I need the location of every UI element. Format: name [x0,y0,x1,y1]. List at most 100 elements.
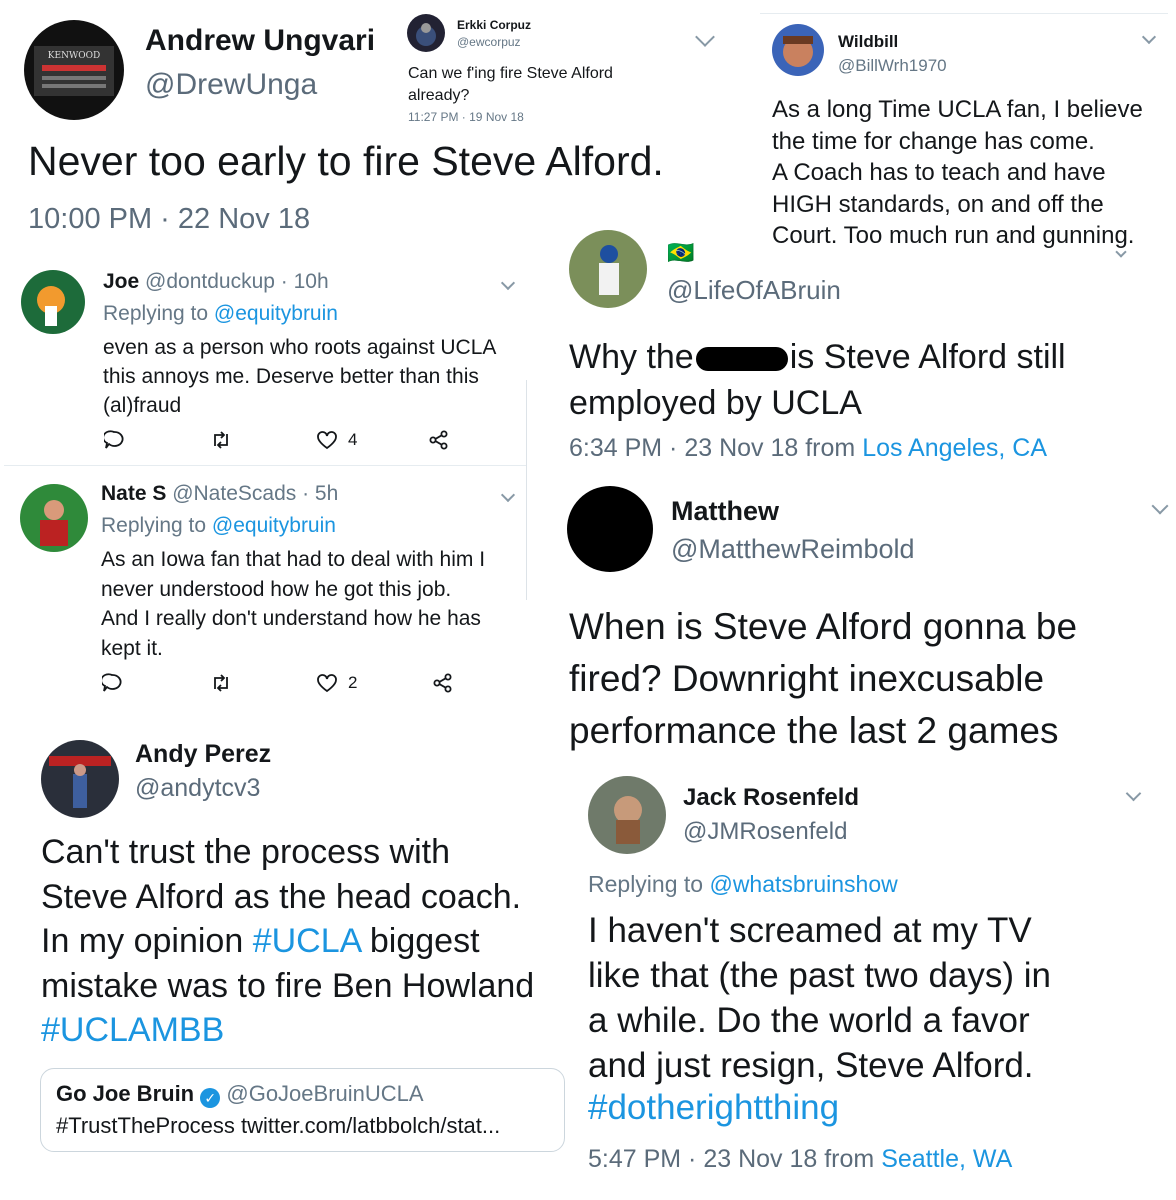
reply-icon [102,673,122,692]
location-link[interactable]: Los Angeles, CA [862,434,1047,462]
chevron-down-icon[interactable] [695,27,715,47]
profile-photo [40,500,68,546]
like-button[interactable]: 2 [316,673,357,693]
tweet-age: · 5h [302,482,339,505]
chevron-down-icon[interactable] [1125,785,1142,802]
chevron-down-icon[interactable] [500,275,516,291]
author-name[interactable]: Erkki Corpuz [457,18,531,32]
author-name[interactable]: Joe [103,270,139,293]
location-link[interactable]: Seattle, WA [881,1145,1012,1173]
tweet-meta: 6:34 PM · 23 Nov 18 from Los Angeles, CA [569,434,1047,463]
tweet-text: Can we f'ing fire Steve Alford already? [408,65,613,104]
chevron-down-icon[interactable] [1151,497,1169,515]
avatar[interactable] [20,484,88,552]
quoted-header: Go Joe Bruin ✓ @GoJoeBruinUCLA [56,1081,424,1108]
replying-to-link[interactable]: @equitybruin [214,302,338,325]
quoted-tweet[interactable]: Go Joe Bruin ✓ @GoJoeBruinUCLA #TrustThe… [40,1068,565,1152]
retweet-button[interactable] [210,430,232,450]
tweet-timestamp[interactable]: 11:27 PM · 19 Nov 18 [408,110,524,124]
redaction-mark [695,347,788,372]
tweet-line: Can't trust the process with [41,833,450,871]
avatar[interactable] [407,14,445,52]
author-name[interactable]: Andrew Ungvari [145,24,375,58]
author-handle[interactable]: @NateScads [172,482,296,505]
card-divider [526,380,527,600]
avatar[interactable] [772,24,824,76]
profile-photo [783,36,813,67]
author-handle[interactable]: @ewcorpuz [457,35,521,49]
avatar[interactable] [41,740,119,818]
tweet-text-start: Why the [569,338,694,376]
tweet-text: As a long Time UCLA fan, I believe the t… [772,96,1143,249]
chevron-down-icon[interactable] [1141,29,1157,45]
like-count: 2 [348,673,358,692]
author-handle[interactable]: @MatthewReimbold [671,534,915,565]
hashtag-link[interactable]: #UCLAMBB [41,1008,534,1053]
avatar[interactable] [21,270,85,334]
flag-emoji: 🇧🇷 [667,240,695,265]
author-handle[interactable]: @andytcv3 [135,774,260,803]
tweet-text: even as a person who roots against UCLA … [103,336,497,417]
retweet-icon [214,674,228,692]
heart-icon [317,431,337,450]
replying-to-link[interactable]: @whatsbruinshow [709,871,897,897]
tweet-text: When is Steve Alford gonna be fired? Dow… [569,606,1078,751]
replying-prefix: Replying to [588,871,704,897]
chevron-down-icon[interactable] [500,487,516,503]
hashtag-link[interactable]: #dotherightthing [588,1088,839,1128]
profile-photo [37,286,65,326]
hashtag-link[interactable]: #UCLA [253,922,361,960]
reply-button[interactable] [104,430,124,450]
share-icon [429,430,448,450]
tweet-timestamp[interactable]: 5:47 PM · 23 Nov 18 from [588,1145,874,1173]
like-button[interactable]: 4 [316,430,357,450]
avatar[interactable] [567,486,653,572]
avatar[interactable] [588,776,666,854]
tweet-line: Steve Alford as the head coach. [41,877,522,916]
like-count: 4 [348,430,358,449]
profile-photo [599,245,619,295]
author-handle[interactable]: @LifeOfABruin [667,275,841,306]
replying-prefix: Replying to [101,514,207,537]
replying-to-link[interactable]: @equitybruin [212,514,336,537]
reply-header: Joe @dontduckup · 10h [103,270,329,294]
share-button[interactable] [433,673,453,693]
profile-photo [416,23,436,46]
author-handle[interactable]: @JMRosenfeld [683,818,847,846]
tweet-meta: 5:47 PM · 23 Nov 18 from Seattle, WA [588,1145,1012,1174]
card-divider [4,465,526,466]
author-name[interactable]: Matthew [671,496,779,527]
share-button[interactable] [429,430,449,450]
tweet-line-end: biggest [369,922,480,960]
avatar-logo-text: KENWOOD [48,51,100,61]
card-divider [760,13,1168,14]
author-name[interactable]: Andy Perez [135,740,271,769]
quoted-text: #TrustTheProcess twitter.com/latbbolch/s… [56,1113,501,1138]
author-name[interactable]: Jack Rosenfeld [683,784,859,812]
scoreboard-image: KENWOOD [34,46,114,96]
tweet-text: I haven't screamed at my TV like that (t… [588,911,1051,1085]
replying-to: Replying to @equitybruin [103,302,338,326]
profile-photo [49,756,111,808]
verified-badge-icon: ✓ [200,1088,221,1108]
author-handle[interactable]: @BillWrh1970 [838,56,947,76]
tweet-text: Never too early to fire Steve Alford. [28,138,664,184]
tweet-timestamp[interactable]: 6:34 PM · 23 Nov 18 from [569,434,855,462]
retweet-button[interactable] [210,673,232,693]
author-handle[interactable]: @dontduckup [145,270,275,293]
retweet-icon [214,431,228,449]
reply-header: Nate S @NateScads · 5h [101,482,338,506]
avatar[interactable]: KENWOOD [24,20,124,120]
tweet-line-start: In my opinion [41,922,244,960]
author-name[interactable]: Wildbill [838,32,898,52]
reply-button[interactable] [102,673,122,693]
tweet-timestamp[interactable]: 10:00 PM · 22 Nov 18 [28,203,310,236]
profile-photo [614,796,642,844]
quoted-author-name: Go Joe Bruin [56,1081,195,1106]
tweet-text: Can't trust the process with Steve Alfor… [41,830,534,1053]
reply-icon [104,430,124,449]
replying-to: Replying to @equitybruin [101,514,336,538]
avatar[interactable] [569,230,647,308]
author-name[interactable]: Nate S [101,482,166,505]
author-handle[interactable]: @DrewUnga [145,68,317,102]
